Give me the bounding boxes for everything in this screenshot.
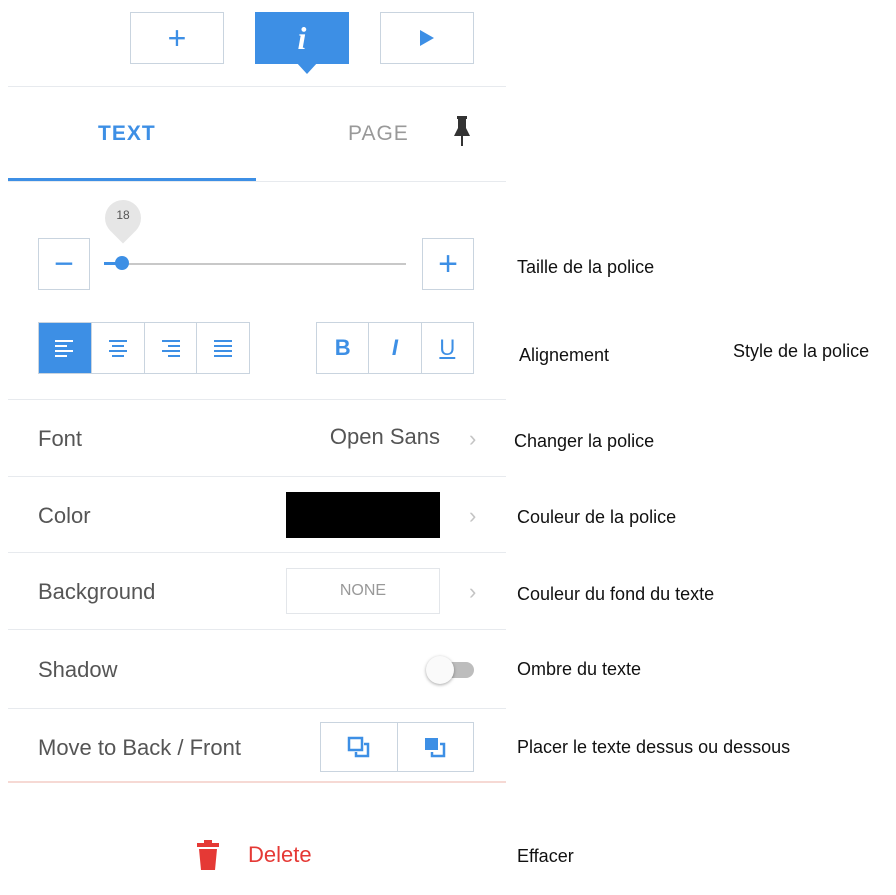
alignment-group bbox=[38, 322, 250, 374]
annotation-background-color: Couleur du fond du texte bbox=[517, 584, 715, 604]
color-label: Color bbox=[38, 503, 91, 528]
play-button[interactable] bbox=[380, 12, 474, 64]
tab-text[interactable]: TEXT bbox=[98, 122, 156, 146]
annotation-shadow: Ombre du texte bbox=[517, 659, 642, 679]
align-left-button[interactable] bbox=[39, 323, 92, 373]
font-value: Open Sans bbox=[329, 424, 440, 449]
font-size-slider-track[interactable] bbox=[118, 263, 406, 265]
bold-button[interactable]: B bbox=[317, 323, 370, 373]
row-divider bbox=[8, 476, 506, 477]
bring-to-front-icon bbox=[425, 738, 446, 758]
shadow-toggle-knob[interactable] bbox=[426, 656, 454, 684]
chevron-right-icon: › bbox=[469, 579, 477, 604]
background-value: NONE bbox=[339, 582, 387, 599]
font-size-decrease-button[interactable]: − bbox=[38, 238, 90, 290]
tabs-divider bbox=[8, 181, 506, 182]
move-to-front-button[interactable] bbox=[398, 723, 474, 771]
move-to-back-button[interactable] bbox=[321, 723, 398, 771]
align-center-icon bbox=[108, 340, 127, 357]
background-label: Background bbox=[38, 579, 156, 604]
move-label: Move to Back / Front bbox=[38, 735, 241, 760]
annotation-font-size: Taille de la police bbox=[517, 257, 655, 277]
annotation-alignment: Alignement bbox=[519, 345, 610, 365]
row-divider bbox=[8, 708, 506, 709]
active-pointer bbox=[296, 62, 318, 74]
align-right-icon bbox=[162, 340, 181, 357]
chevron-right-icon: › bbox=[469, 503, 477, 528]
row-divider bbox=[8, 399, 506, 400]
shadow-label: Shadow bbox=[38, 657, 118, 682]
delete-label: Delete bbox=[248, 842, 312, 867]
color-swatch[interactable] bbox=[286, 492, 440, 538]
minus-icon: − bbox=[54, 245, 74, 283]
bold-icon: B bbox=[334, 335, 351, 360]
background-swatch[interactable]: NONE bbox=[286, 568, 440, 614]
info-button[interactable]: i bbox=[255, 12, 349, 64]
underline-icon: U bbox=[439, 335, 456, 360]
annotation-font-style: Style de la police bbox=[733, 341, 870, 361]
align-left-icon bbox=[54, 340, 73, 357]
delete-divider bbox=[8, 781, 506, 783]
add-button[interactable]: + bbox=[130, 12, 224, 64]
send-to-back-icon bbox=[347, 736, 369, 758]
italic-icon: I bbox=[391, 335, 399, 360]
align-justify-icon bbox=[214, 340, 233, 357]
italic-button[interactable]: I bbox=[369, 323, 422, 373]
toolbar-divider bbox=[8, 86, 506, 87]
underline-button[interactable]: U bbox=[422, 323, 473, 373]
chevron-right-icon: › bbox=[469, 426, 477, 451]
annotation-delete: Effacer bbox=[517, 846, 574, 866]
annotation-change-font: Changer la police bbox=[514, 431, 655, 451]
row-divider bbox=[8, 629, 506, 630]
annotation-layer: Placer le texte dessus ou dessous bbox=[517, 737, 791, 757]
font-label: Font bbox=[38, 426, 83, 451]
align-justify-button[interactable] bbox=[197, 323, 249, 373]
pin-icon[interactable] bbox=[453, 114, 471, 148]
info-icon: i bbox=[297, 20, 307, 56]
play-icon bbox=[420, 30, 434, 46]
font-size-increase-button[interactable]: + bbox=[422, 238, 474, 290]
tab-page[interactable]: PAGE bbox=[348, 122, 409, 146]
plus-icon: + bbox=[167, 20, 187, 56]
text-settings-panel: + i TEXT PAGE 18 − + B I U Font Open San… bbox=[8, 0, 506, 895]
annotation-font-color: Couleur de la police bbox=[517, 507, 677, 527]
row-divider bbox=[8, 552, 506, 553]
trash-icon bbox=[197, 840, 219, 870]
align-center-button[interactable] bbox=[92, 323, 145, 373]
align-right-button[interactable] bbox=[145, 323, 198, 373]
font-size-slider-handle[interactable] bbox=[115, 256, 129, 270]
font-size-value: 18 bbox=[116, 208, 130, 222]
font-style-group: B I U bbox=[316, 322, 474, 374]
plus-icon: + bbox=[438, 245, 458, 283]
layer-group bbox=[320, 722, 474, 772]
